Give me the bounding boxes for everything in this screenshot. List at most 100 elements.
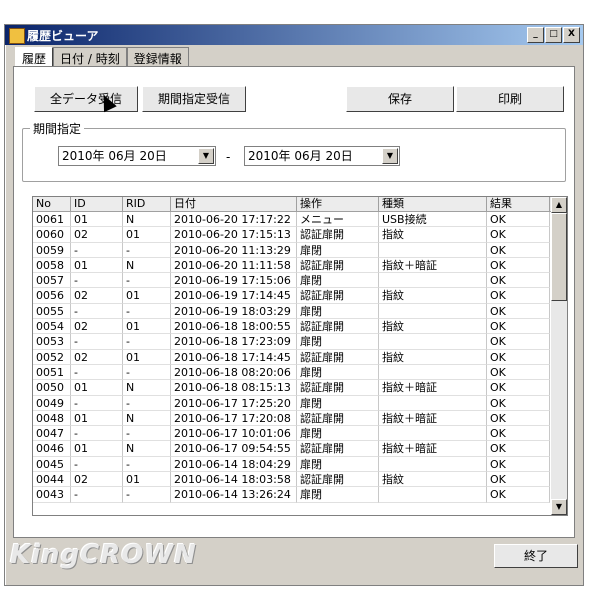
table-row[interactable]: 0052 02 01 2010-06-18 17:14:45 認証扉開 指紋 OK [33, 349, 567, 365]
cell-date: 2010-06-14 13:26:24 [171, 487, 297, 503]
table-row[interactable]: 0055- -2010-06-19 18:03:29 扉閉 OK [33, 303, 567, 320]
table-row[interactable]: 0050 01 N 2010-06-18 08:15:13 認証扉開 指紋＋暗証 OK [33, 380, 567, 396]
cell-id: 01 [71, 212, 123, 228]
cell-rid: N [123, 380, 171, 396]
table-row[interactable]: 0044 02 01 2010-06-14 18:03:58 認証扉開 指紋 OK [33, 472, 567, 488]
cell-rid: - [123, 303, 171, 320]
cell-operation: 認証扉開 [297, 319, 379, 335]
cell-result: OK [487, 349, 550, 365]
cell-no: 0045 [33, 456, 71, 473]
table-row[interactable]: 0056 02 01 2010-06-19 17:14:45 認証扉開 指紋 OK [33, 288, 567, 304]
cell-no: 0055 [33, 303, 71, 320]
close-button[interactable]: X [563, 27, 580, 43]
history-table[interactable]: No ID RID 日付 操作 種類 結果 0061 01 N 2010-06-20 … [32, 196, 568, 516]
table-row[interactable]: 0059- -2010-06-20 11:13:29 扉閉 OK [33, 242, 567, 258]
cell-result: OK [487, 410, 550, 427]
cell-date: 2010-06-20 11:11:58 [171, 257, 297, 274]
table-row[interactable]: 0049- -2010-06-17 17:25:20 扉閉 OK [33, 395, 567, 411]
cell-rid: - [123, 395, 171, 411]
cell-id: 01 [71, 380, 123, 396]
column-header-id[interactable]: ID [71, 197, 123, 211]
cell-date: 2010-06-18 17:14:45 [171, 349, 297, 365]
table-row[interactable]: 0058 01 N 2010-06-20 11:11:58 認証扉開 指紋＋暗証 OK [33, 257, 567, 274]
cell-result: OK [487, 334, 550, 350]
cell-date: 2010-06-14 18:03:58 [171, 472, 297, 488]
table-row[interactable]: 0060 02 01 2010-06-20 17:15:13 認証扉開 指紋 OK [33, 227, 567, 243]
maximize-button[interactable]: □ [545, 27, 562, 43]
cell-id: - [71, 273, 123, 289]
column-header-result[interactable]: 結果 [487, 197, 550, 211]
cell-date: 2010-06-18 17:23:09 [171, 334, 297, 350]
cell-no: 0056 [33, 288, 71, 304]
column-header-date[interactable]: 日付 [171, 197, 297, 211]
cell-rid: N [123, 410, 171, 427]
vertical-scrollbar[interactable]: ▲ ▼ [551, 197, 567, 515]
table-row[interactable]: 0061 01 N 2010-06-20 17:17:22 メニュー USB接続 OK [33, 212, 567, 228]
chevron-down-icon[interactable]: ▼ [198, 148, 214, 164]
save-button[interactable]: 保存 [346, 86, 454, 112]
table-row[interactable]: 0057- -2010-06-19 17:15:06 扉閉 OK [33, 273, 567, 289]
table-row[interactable]: 0048 01 N 2010-06-17 17:20:08 認証扉開 指紋＋暗証 OK [33, 410, 567, 427]
table-row[interactable]: 0054 02 01 2010-06-18 18:00:55 認証扉開 指紋 OK [33, 319, 567, 335]
cell-no: 0044 [33, 472, 71, 488]
app-icon [9, 28, 25, 44]
cell-no: 0049 [33, 395, 71, 411]
receive-period-button[interactable]: 期間指定受信 [142, 86, 246, 112]
cell-date: 2010-06-20 17:15:13 [171, 227, 297, 243]
table-row[interactable]: 0045- -2010-06-14 18:04:29 扉閉 OK [33, 456, 567, 473]
print-button[interactable]: 印刷 [456, 86, 564, 112]
cell-no: 0046 [33, 441, 71, 457]
cell-date: 2010-06-17 10:01:06 [171, 426, 297, 442]
cell-type [379, 303, 487, 320]
table-row[interactable]: 0047- -2010-06-17 10:01:06 扉閉 OK [33, 426, 567, 442]
chevron-down-icon[interactable]: ▼ [382, 148, 398, 164]
receive-all-button[interactable]: 全データ受信 [34, 86, 138, 112]
table-row[interactable]: 0051- -2010-06-18 08:20:06 扉閉 OK [33, 364, 567, 381]
minimize-button[interactable]: _ [527, 27, 544, 43]
cell-type: 指紋 [379, 227, 487, 243]
cell-operation: 扉閉 [297, 426, 379, 442]
cell-operation: 扉閉 [297, 364, 379, 381]
period-separator: - [226, 150, 231, 164]
cell-result: OK [487, 212, 550, 228]
column-header-operation[interactable]: 操作 [297, 197, 379, 211]
cell-id: 01 [71, 257, 123, 274]
cell-rid: 01 [123, 227, 171, 243]
cell-result: OK [487, 472, 550, 488]
table-row[interactable]: 0046 01 N 2010-06-17 09:54:55 認証扉開 指紋＋暗証 OK [33, 441, 567, 457]
cell-id: - [71, 487, 123, 503]
cell-no: 0051 [33, 364, 71, 381]
column-header-rid[interactable]: RID [123, 197, 171, 211]
title-bar[interactable]: 履歴ビューア _ □ X [5, 25, 583, 45]
cell-no: 0057 [33, 273, 71, 289]
table-row[interactable]: 0053- -2010-06-18 17:23:09 扉閉 OK [33, 334, 567, 350]
cell-rid: N [123, 441, 171, 457]
scroll-up-icon[interactable]: ▲ [551, 197, 567, 213]
period-label: 期間指定 [30, 120, 85, 137]
cell-date: 2010-06-19 18:03:29 [171, 303, 297, 320]
cell-no: 0043 [33, 487, 71, 503]
cell-result: OK [487, 395, 550, 411]
period-to-select[interactable]: 2010年 06月 20日 ▼ [244, 146, 400, 166]
cell-rid: - [123, 487, 171, 503]
column-header-type[interactable]: 種類 [379, 197, 487, 211]
cell-rid: - [123, 364, 171, 381]
cell-operation: メニュー [297, 212, 379, 228]
cell-no: 0058 [33, 257, 71, 274]
table-row[interactable]: 0043- -2010-06-14 13:26:24 扉閉 OK [33, 487, 567, 503]
window-title: 履歴ビューア [27, 29, 99, 43]
cell-no: 0054 [33, 319, 71, 335]
cell-type [379, 487, 487, 503]
cell-no: 0061 [33, 212, 71, 228]
cell-no: 0047 [33, 426, 71, 442]
column-header-no[interactable]: No [33, 197, 71, 211]
scroll-down-icon[interactable]: ▼ [551, 499, 567, 515]
cell-type: USB接続 [379, 212, 487, 228]
cell-operation: 扉閉 [297, 242, 379, 258]
cell-rid: - [123, 273, 171, 289]
cell-result: OK [487, 303, 550, 320]
cell-operation: 認証扉開 [297, 441, 379, 457]
exit-button[interactable]: 終了 [494, 544, 578, 568]
period-from-select[interactable]: 2010年 06月 20日 ▼ [58, 146, 216, 166]
scrollbar-thumb[interactable] [551, 213, 567, 301]
